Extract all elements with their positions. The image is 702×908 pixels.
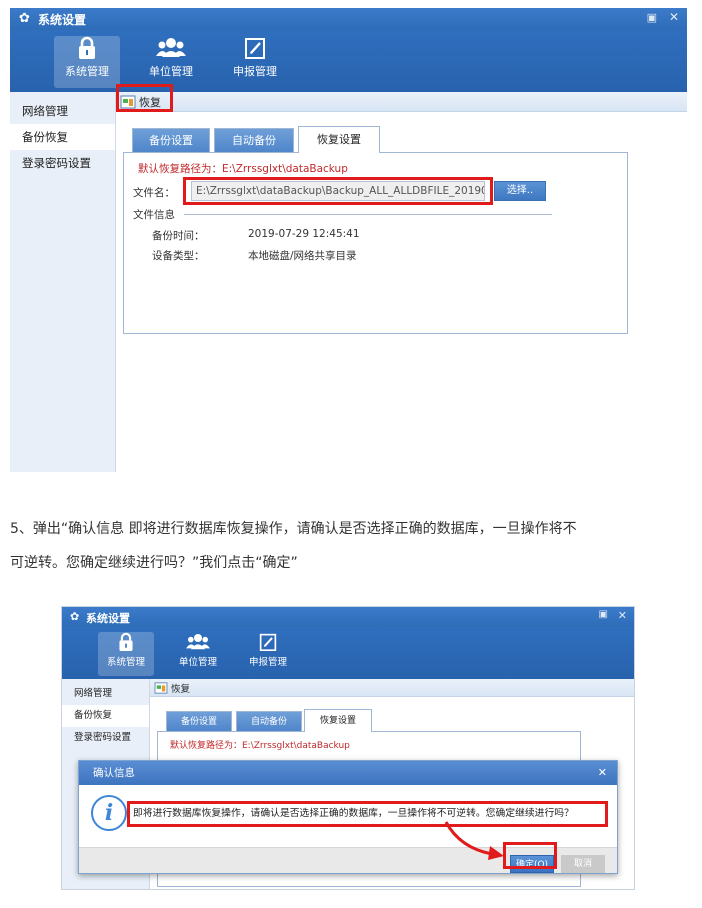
nav-declaration-management[interactable]: 申报管理 <box>222 36 288 88</box>
nav-declaration-management[interactable]: 申报管理 <box>240 632 296 676</box>
nav-unit-management[interactable]: 单位管理 <box>170 632 226 676</box>
maximize-icon[interactable]: ▣ <box>647 11 657 24</box>
nav-system-management[interactable]: 系统管理 <box>98 632 154 676</box>
tab-backup-settings[interactable]: 备份设置 <box>132 128 210 152</box>
gear-icon: ✿ <box>70 610 80 623</box>
highlight-ok-button <box>503 842 557 869</box>
title-bar: ✿ 系统设置 ▣ ✕ <box>10 8 687 30</box>
instruction-line-2: 可逆转。您确定继续进行吗？”我们点击“确定” <box>10 555 298 571</box>
backup-time-value: 2019-07-29 12:45:41 <box>248 228 360 240</box>
nav-band: 系统管理 单位管理 申报管理 <box>10 30 687 92</box>
close-icon[interactable]: ✕ <box>669 10 679 24</box>
gear-icon: ✿ <box>19 11 30 26</box>
arrow-annotation-icon <box>444 821 504 860</box>
nav-label: 申报管理 <box>248 657 287 668</box>
sidebar: 网络管理 备份恢复 登录密码设置 <box>10 92 116 472</box>
sidebar-item-backup-restore[interactable]: 备份恢复 <box>10 124 115 150</box>
toolbar <box>116 92 687 112</box>
default-path-label: 默认恢复路径为：E:\Zrrssglxt\dataBackup <box>138 163 348 175</box>
device-type-label: 设备类型： <box>152 250 205 262</box>
tab-auto-backup[interactable]: 自动备份 <box>214 128 294 152</box>
nav-label: 系统管理 <box>106 657 145 668</box>
lock-icon <box>79 36 95 59</box>
nav-label: 单位管理 <box>149 65 193 78</box>
lock-icon <box>119 632 133 651</box>
users-icon <box>186 634 210 650</box>
sidebar-item-network[interactable]: 网络管理 <box>10 98 115 124</box>
edit-icon <box>245 38 265 59</box>
divider <box>184 214 552 215</box>
device-type-value: 本地磁盘/网络共享目录 <box>248 250 357 262</box>
nav-system-management[interactable]: 系统管理 <box>54 36 120 88</box>
toolbar <box>150 679 634 697</box>
choose-file-button[interactable]: 选择.. <box>494 181 546 201</box>
nav-unit-management[interactable]: 单位管理 <box>138 36 204 88</box>
info-icon: i <box>91 795 127 831</box>
sidebar-item-password[interactable]: 登录密码设置 <box>10 150 115 176</box>
dialog-title: 确认信息 <box>79 761 617 785</box>
sidebar-item-backup-restore[interactable]: 备份恢复 <box>62 705 149 727</box>
backup-time-label: 备份时间： <box>152 230 205 242</box>
tab-backup-settings[interactable]: 备份设置 <box>166 711 232 731</box>
default-path-label: 默认恢复路径为：E:\Zrrssglxt\dataBackup <box>170 741 350 751</box>
edit-icon <box>259 633 277 651</box>
close-icon[interactable]: ✕ <box>618 609 627 622</box>
title-bar: ✿ 系统设置 ▣ ✕ <box>62 607 634 627</box>
restore-label: 恢复 <box>171 684 191 695</box>
window-title: 系统设置 <box>86 612 130 625</box>
sidebar-item-network[interactable]: 网络管理 <box>62 683 149 705</box>
instruction-line-1: 5、弹出“确认信息 即将进行数据库恢复操作，请确认是否选择正确的数据库，一旦操作… <box>10 521 577 537</box>
sidebar-item-password[interactable]: 登录密码设置 <box>62 727 149 749</box>
restore-icon <box>154 682 168 694</box>
tab-restore-settings[interactable]: 恢复设置 <box>304 709 372 732</box>
nav-label: 系统管理 <box>65 65 109 78</box>
highlight-restore <box>116 84 173 112</box>
instruction-text: 5、弹出“确认信息 即将进行数据库恢复操作，请确认是否选择正确的数据库，一旦操作… <box>10 512 694 580</box>
dialog-close-icon[interactable]: ✕ <box>598 766 607 779</box>
highlight-dialog-message <box>127 801 608 827</box>
highlight-filename <box>183 177 493 205</box>
filename-label: 文件名： <box>133 187 175 199</box>
nav-label: 单位管理 <box>178 657 217 668</box>
tab-restore-settings[interactable]: 恢复设置 <box>298 126 380 153</box>
maximize-icon[interactable]: ▣ <box>599 609 608 620</box>
tab-auto-backup[interactable]: 自动备份 <box>236 711 302 731</box>
window-title: 系统设置 <box>38 13 87 27</box>
nav-label: 申报管理 <box>233 65 277 78</box>
confirm-cancel-button[interactable]: 取消 <box>561 855 605 873</box>
settings-window: ✿ 系统设置 ▣ ✕ 系统管理 单位管理 申报管理 网络管理 备份恢复 登录密码… <box>10 8 687 472</box>
nav-band: 系统管理 单位管理 申报管理 <box>62 627 634 679</box>
restore-button[interactable]: 恢复 <box>154 680 190 696</box>
users-icon <box>156 38 186 57</box>
file-info-label: 文件信息 <box>133 209 175 221</box>
